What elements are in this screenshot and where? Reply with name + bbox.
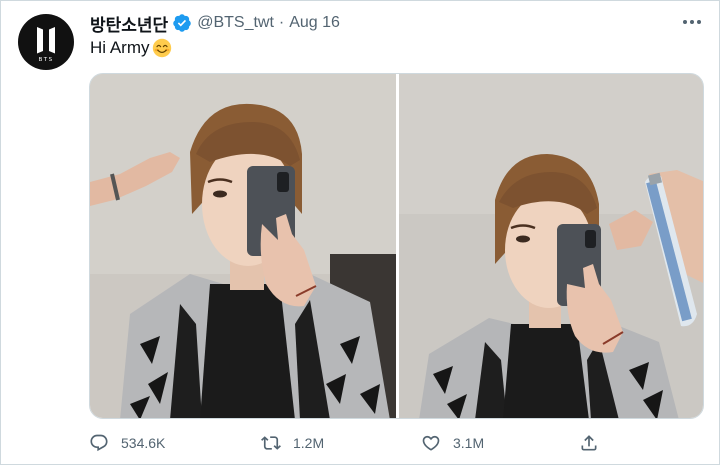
verified-badge-icon <box>172 13 192 33</box>
tweet-text-content: Hi Army <box>90 38 150 57</box>
avatar-logo-text: BTS <box>38 57 53 63</box>
user-handle[interactable]: @BTS_twt <box>197 14 274 32</box>
tweet-header: 방탄소년단 @BTS_twt · Aug 16 <box>90 11 340 36</box>
retweet-count: 1.2M <box>293 435 325 451</box>
tweet-media-grid <box>89 73 704 419</box>
like-button[interactable]: 3.1M <box>421 429 484 457</box>
heart-icon <box>422 435 440 451</box>
separator-dot: · <box>278 14 285 31</box>
share-icon <box>581 435 597 451</box>
more-options-icon[interactable] <box>681 15 703 29</box>
tweet-photo-2[interactable] <box>399 74 703 418</box>
tweet-date[interactable]: Aug 16 <box>289 14 340 32</box>
tweet-actions: 534.6K 1.2M 3.1M <box>89 429 619 457</box>
share-button[interactable] <box>579 429 599 457</box>
bts-logo-icon: BTS <box>37 27 55 63</box>
profile-avatar[interactable]: BTS <box>18 14 74 70</box>
tweet-card: BTS 방탄소년단 @BTS_twt · Aug 16 Hi Army 534.… <box>0 0 720 465</box>
reply-button[interactable]: 534.6K <box>89 429 165 457</box>
tweet-text: Hi Army <box>90 38 172 58</box>
retweet-button[interactable]: 1.2M <box>261 429 324 457</box>
reply-icon <box>90 434 108 452</box>
smiling-face-emoji-icon <box>152 38 172 58</box>
reply-count: 534.6K <box>121 435 166 451</box>
tweet-photo-1[interactable] <box>90 74 396 418</box>
retweet-icon <box>261 436 281 450</box>
like-count: 3.1M <box>453 435 485 451</box>
display-name[interactable]: 방탄소년단 <box>90 11 168 36</box>
